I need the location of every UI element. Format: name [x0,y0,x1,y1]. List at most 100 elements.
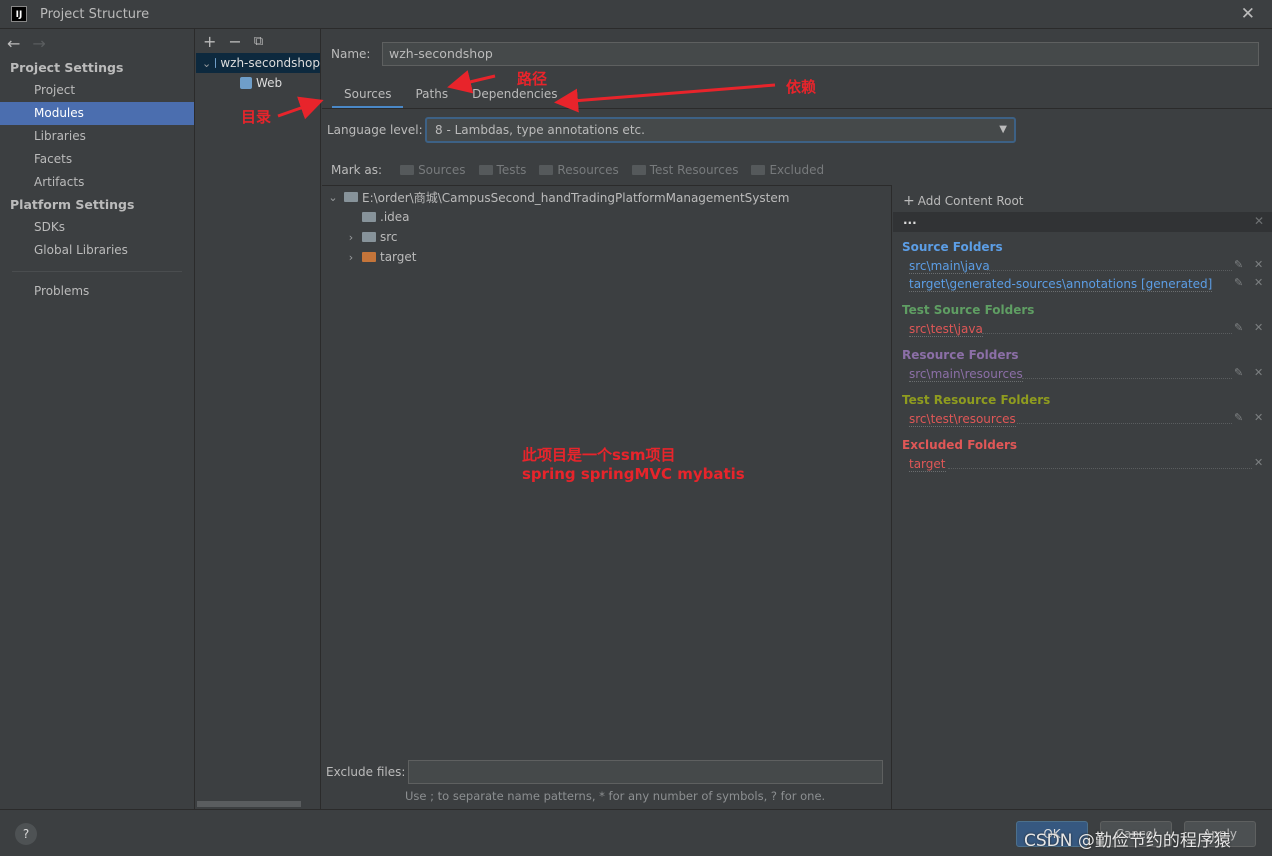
tabs-divider [322,108,1272,109]
folder-icon [362,232,376,242]
content-root-header: ... ✕ [893,212,1272,232]
chevron-down-icon[interactable]: ⌄ [202,57,211,70]
folder-icon [751,165,766,175]
help-button[interactable]: ? [15,823,37,845]
mark-excluded-button[interactable]: Excluded [751,163,824,177]
edit-icon[interactable]: ✎ [1234,366,1243,379]
folder-icon [400,165,415,175]
chevron-right-icon[interactable]: › [344,251,358,264]
copy-icon[interactable]: ⧉ [254,34,263,49]
remove-icon[interactable]: − [228,32,241,51]
close-icon[interactable]: ✕ [1241,4,1255,24]
facet-name: Web [256,76,283,90]
remove-icon[interactable]: ✕ [1254,258,1263,271]
tree-row-target[interactable]: › target [344,247,417,267]
mark-resources-button[interactable]: Resources [539,163,619,177]
module-folder-icon [215,58,217,68]
exclude-files-label: Exclude files: [326,765,406,779]
mark-as-toolbar: Mark as: Sources Tests Resources Test Re… [331,163,837,177]
annotation-note-line1: 此项目是一个ssm项目 [522,446,676,464]
sidebar-item-global-libraries[interactable]: Global Libraries [0,239,194,262]
chevron-down-icon[interactable]: ⌄ [326,191,340,204]
sidebar-item-libraries[interactable]: Libraries [0,125,194,148]
csdn-watermark: CSDN @勤俭节约的程序猿 [1024,831,1231,851]
mark-as-label: Mark as: [331,163,383,177]
language-level-value: 8 - Lambdas, type annotations etc. [435,123,645,137]
sidebar-item-sdks[interactable]: SDKs [0,216,194,239]
folder-icon [478,165,493,175]
web-facet-icon [240,77,252,89]
sidebar-item-problems[interactable]: Problems [0,280,194,303]
sidebar-item-modules[interactable]: Modules [0,102,194,125]
exclude-files-hint: Use ; to separate name patterns, * for a… [405,789,826,803]
back-arrow-icon[interactable]: ← [7,34,20,53]
tree-item-label: target [380,250,417,264]
chevron-down-icon: ▼ [999,124,1007,135]
content-roots-panel: + Add Content Root ... ✕ Source Folders sr… [891,185,1272,809]
add-content-root-label: Add Content Root [917,194,1024,208]
edit-icon[interactable]: ✎ [1234,321,1243,334]
folder-icon [539,165,554,175]
name-label: Name: [331,47,371,61]
sidebar-divider [12,271,182,272]
excluded-folders-header: Excluded Folders [902,438,1018,452]
add-content-root-button[interactable]: + Add Content Root [903,193,1024,209]
name-field[interactable]: wzh-secondshop [382,42,1259,66]
test-source-folder-entry[interactable]: src\test\java [909,322,983,337]
annotation-dependencies: 依赖 [786,78,817,96]
edit-icon[interactable]: ✎ [1234,276,1243,289]
edit-icon[interactable]: ✎ [1234,258,1243,271]
tree-row-root[interactable]: ⌄ E:\order\商城\CampusSecond_handTradingPl… [326,187,789,207]
tab-dependencies[interactable]: Dependencies [460,83,569,109]
title-bar: IJ Project Structure ✕ [0,0,1272,29]
annotation-sources: 目录 [241,108,272,126]
window-title: Project Structure [40,6,150,22]
tab-sources[interactable]: Sources [332,83,404,109]
plus-icon: + [903,193,915,209]
module-row-web[interactable]: Web [196,73,320,93]
language-level-label: Language level: [327,123,423,137]
mark-excluded-label: Excluded [769,163,825,177]
dotted-leader [1022,378,1232,379]
sidebar-item-project[interactable]: Project [0,79,194,102]
excluded-folder-entry[interactable]: target [909,457,946,472]
nav-arrows: ← → [0,29,194,57]
module-name: wzh-secondshop [220,56,320,70]
mark-test-resources-label: Test Resources [649,163,739,177]
test-resource-folder-entry[interactable]: src\test\resources [909,412,1016,427]
tree-root-path: E:\order\商城\CampusSecond_handTradingPlat… [362,190,790,205]
language-level-select[interactable]: 8 - Lambdas, type annotations etc. ▼ [425,117,1016,143]
remove-icon[interactable]: ✕ [1254,321,1263,334]
remove-icon[interactable]: ✕ [1254,411,1263,424]
tree-row-src[interactable]: › src [344,227,398,247]
folder-icon [344,192,358,202]
annotation-paths: 路径 [517,70,548,88]
resource-folders-header: Resource Folders [902,348,1019,362]
annotation-note-line2: spring springMVC mybatis [522,465,745,483]
tree-row-idea[interactable]: .idea [362,207,410,227]
remove-root-icon[interactable]: ✕ [1254,213,1264,229]
module-editor: Name: wzh-secondshop Sources Paths Depen… [322,29,1272,809]
remove-icon[interactable]: ✕ [1254,276,1263,289]
horizontal-scrollbar[interactable] [197,801,301,807]
chevron-right-icon[interactable]: › [344,231,358,244]
edit-icon[interactable]: ✎ [1234,411,1243,424]
source-folder-entry[interactable]: src\main\java [909,259,990,274]
add-icon[interactable]: + [203,32,216,51]
resource-folder-entry[interactable]: src\main\resources [909,367,1023,382]
tab-paths[interactable]: Paths [403,83,460,109]
mark-tests-button[interactable]: Tests [478,163,526,177]
settings-sidebar: ← → Project Settings Project Modules Lib… [0,29,195,809]
module-tree-panel: + − ⧉ ⌄ wzh-secondshop Web [196,29,321,809]
exclude-files-input[interactable] [408,760,883,784]
forward-arrow-icon[interactable]: → [32,34,45,53]
remove-icon[interactable]: ✕ [1254,366,1263,379]
remove-icon[interactable]: ✕ [1254,456,1263,469]
mark-sources-button[interactable]: Sources [400,163,466,177]
intellij-logo-icon: IJ [11,6,27,22]
source-folder-entry[interactable]: target\generated-sources\annotations [ge… [909,277,1213,292]
sidebar-item-facets[interactable]: Facets [0,148,194,171]
sidebar-item-artifacts[interactable]: Artifacts [0,171,194,194]
mark-test-resources-button[interactable]: Test Resources [631,163,739,177]
module-row-wzh-secondshop[interactable]: ⌄ wzh-secondshop [196,53,320,73]
